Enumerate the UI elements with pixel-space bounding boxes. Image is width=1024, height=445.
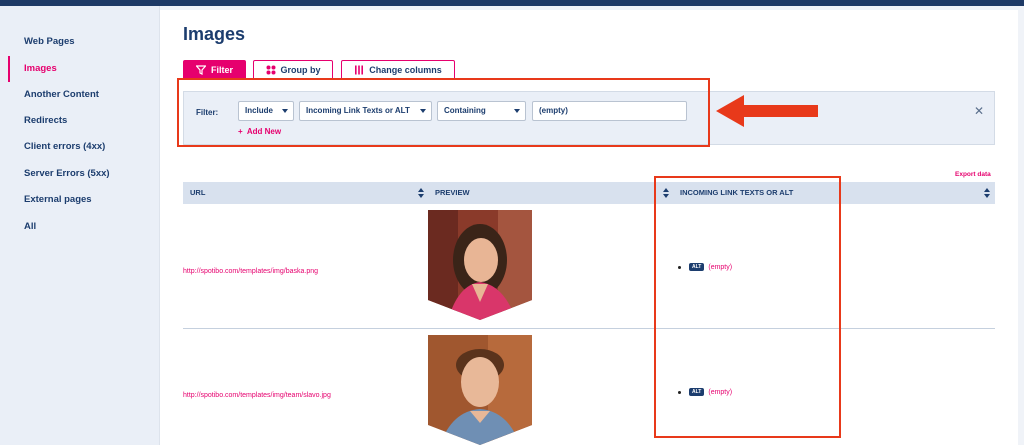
filter-label: Filter:: [196, 108, 219, 117]
alt-badge: ALT: [689, 263, 705, 271]
bullet-icon: [678, 265, 681, 269]
funnel-icon: [195, 65, 206, 75]
content-panel: Images Filter Group by Change columns Fi…: [160, 10, 1018, 445]
filter-panel: Filter: Include Incoming Link Texts or A…: [183, 91, 995, 145]
filter-operator-value: Containing: [444, 106, 486, 115]
add-new-filter-link[interactable]: + Add New: [238, 127, 281, 136]
column-header-incoming-link-texts[interactable]: INCOMING LINK TEXTS OR ALT: [680, 182, 793, 204]
annotation-arrow-icon: [716, 95, 818, 127]
chevron-down-icon: [282, 109, 288, 113]
table-row: http://spotibo.com/templates/img/baska.p…: [183, 204, 995, 329]
filter-button-label: Filter: [210, 65, 233, 75]
alt-badge: ALT: [689, 388, 705, 396]
page-title: Images: [183, 24, 246, 44]
table-header: URL PREVIEW INCOMING LINK TEXTS OR ALT: [183, 182, 995, 204]
sidebar-item-server-errors[interactable]: Server Errors (5xx): [8, 161, 160, 187]
bullet-icon: [678, 390, 681, 394]
group-by-label: Group by: [280, 65, 321, 75]
row-url-link[interactable]: http://spotibo.com/templates/img/baska.p…: [183, 268, 318, 275]
alt-value: (empty): [708, 263, 733, 271]
column-header-preview[interactable]: PREVIEW: [435, 182, 470, 204]
preview-image: [428, 210, 532, 320]
grid-dots-icon: [266, 65, 275, 75]
sort-icon[interactable]: [418, 188, 424, 198]
filter-value-input[interactable]: (empty): [532, 101, 687, 121]
filter-field-select[interactable]: Incoming Link Texts or ALT: [299, 101, 432, 121]
columns-icon: [355, 65, 364, 75]
sort-icon[interactable]: [663, 188, 669, 198]
add-new-label: Add New: [246, 127, 282, 136]
chevron-down-icon: [420, 109, 426, 113]
filter-value-text: (empty): [539, 106, 568, 115]
column-header-url[interactable]: URL: [190, 182, 205, 204]
row-url-link[interactable]: http://spotibo.com/templates/img/team/sl…: [183, 392, 331, 399]
plus-icon: +: [238, 127, 243, 136]
filter-mode-value: Include: [245, 106, 274, 115]
sidebar-item-client-errors[interactable]: Client errors (4xx): [8, 134, 160, 160]
preview-image: [428, 335, 532, 445]
sidebar-item-all[interactable]: All: [8, 214, 160, 240]
main-area: Images Filter Group by Change columns Fi…: [160, 6, 1024, 445]
change-columns-label: Change columns: [369, 65, 442, 75]
change-columns-button[interactable]: Change columns: [341, 60, 455, 80]
sidebar-item-web-pages[interactable]: Web Pages: [8, 29, 160, 55]
filter-mode-select[interactable]: Include: [238, 101, 294, 121]
sidebar-item-images[interactable]: Images: [8, 56, 160, 82]
table-row: http://spotibo.com/templates/img/team/sl…: [183, 330, 995, 445]
alt-value: (empty): [708, 388, 733, 396]
sort-icon[interactable]: [984, 188, 990, 198]
export-data-link[interactable]: Export data: [955, 171, 991, 178]
list-item: ALT (empty): [678, 263, 732, 271]
sidebar: Web Pages Images Another Content Redirec…: [0, 6, 160, 445]
close-icon[interactable]: ✕: [974, 104, 984, 118]
sidebar-item-external-pages[interactable]: External pages: [8, 187, 160, 213]
list-item: ALT (empty): [678, 388, 732, 396]
filter-field-value: Incoming Link Texts or ALT: [306, 106, 410, 115]
group-by-button[interactable]: Group by: [253, 60, 333, 80]
filter-operator-select[interactable]: Containing: [437, 101, 526, 121]
sidebar-item-another-content[interactable]: Another Content: [8, 82, 160, 108]
sidebar-item-redirects[interactable]: Redirects: [8, 108, 160, 134]
chevron-down-icon: [514, 109, 520, 113]
filter-button[interactable]: Filter: [183, 60, 246, 80]
